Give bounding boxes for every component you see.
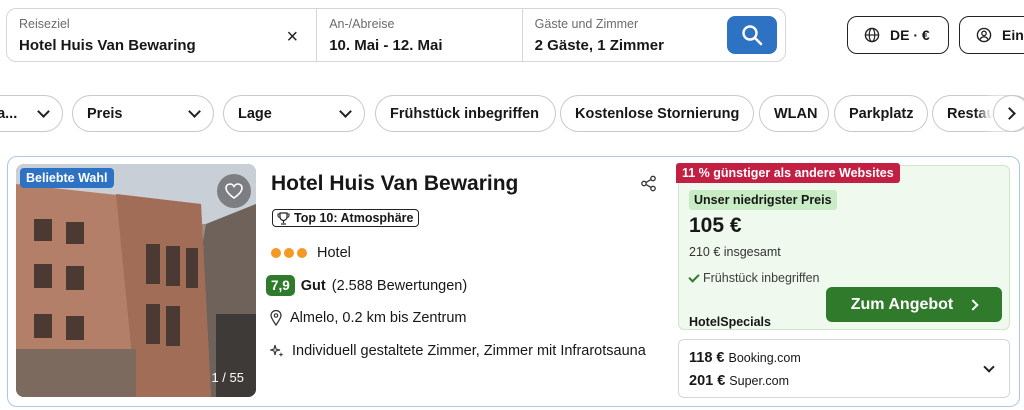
filter-label: Parkplatz bbox=[849, 105, 914, 122]
filter-label: Preis bbox=[87, 105, 123, 122]
other-prices[interactable]: 118 € Booking.com 201 € Super.com bbox=[678, 339, 1010, 398]
other-price-value: 118 € bbox=[689, 350, 725, 366]
top10-badge: Top 10: Atmosphäre bbox=[272, 209, 420, 227]
popular-choice-badge: Beliebte Wahl bbox=[20, 168, 114, 188]
other-price-site: Super.com bbox=[729, 374, 790, 388]
best-deal-box[interactable]: Unser niedrigster Preis 105 € 210 € insg… bbox=[678, 165, 1010, 330]
dates-field[interactable]: An-/Abreise 10. Mai - 12. Mai bbox=[316, 9, 521, 61]
filter-label: Kostenlose Stornierung bbox=[575, 105, 740, 122]
review-count: (2.588 Bewertungen) bbox=[331, 277, 468, 294]
filter-label: Restau bbox=[947, 105, 996, 122]
filters-next-button[interactable] bbox=[993, 95, 1024, 132]
rating-score: 7,9 bbox=[266, 275, 295, 296]
deal-provider: HotelSpecials bbox=[689, 315, 771, 329]
check-icon bbox=[688, 270, 700, 283]
favorite-button[interactable] bbox=[217, 174, 251, 208]
photo-counter: 1 / 55 bbox=[211, 370, 244, 385]
chevron-right-icon bbox=[1003, 107, 1016, 120]
dates-value[interactable]: 10. Mai - 12. Mai bbox=[329, 37, 509, 54]
lowest-price-badge: Unser niedrigster Preis bbox=[689, 190, 837, 210]
search-bar: Reiseziel Hotel Huis Van Bewaring × An-/… bbox=[6, 8, 786, 62]
search-icon bbox=[742, 25, 763, 46]
globe-icon bbox=[864, 27, 880, 43]
locale-label: DE · € bbox=[890, 27, 930, 43]
other-price-row[interactable]: 201 € Super.com bbox=[689, 373, 1009, 389]
filter-parking[interactable]: Parkplatz bbox=[834, 95, 928, 132]
rating-row[interactable]: 7,9 Gut (2.588 Bewertungen) bbox=[266, 275, 467, 296]
other-price-value: 201 € bbox=[689, 373, 726, 389]
filter-location[interactable]: Lage bbox=[223, 95, 365, 132]
top10-label: Top 10: Atmosphäre bbox=[294, 211, 414, 225]
chevron-right-icon bbox=[967, 298, 979, 311]
filter-label: WLAN bbox=[774, 105, 818, 122]
breakfast-included: Frühstück inbegriffen bbox=[688, 270, 820, 285]
share-icon[interactable] bbox=[640, 175, 657, 192]
star-dot-icon bbox=[297, 248, 307, 258]
hotel-card[interactable]: Beliebte Wahl 1 / 55 Hotel Huis Van Bewa… bbox=[7, 156, 1020, 407]
other-price-row[interactable]: 118 € Booking.com bbox=[689, 350, 1009, 366]
filter-label: ...a... bbox=[0, 105, 18, 122]
clear-icon[interactable]: × bbox=[287, 26, 299, 49]
dates-label: An-/Abreise bbox=[329, 17, 395, 31]
other-price-site: Booking.com bbox=[728, 351, 801, 365]
hotel-photo[interactable]: Beliebte Wahl 1 / 55 bbox=[16, 164, 256, 397]
features-row: Individuell gestaltete Zimmer, Zimmer mi… bbox=[270, 343, 646, 359]
view-deal-button[interactable]: Zum Angebot bbox=[826, 287, 1002, 322]
view-deal-label: Zum Angebot bbox=[850, 295, 954, 313]
location-row[interactable]: Almelo, 0.2 km bis Zentrum bbox=[270, 310, 466, 326]
star-dot-icon bbox=[271, 248, 281, 258]
sparkle-icon bbox=[270, 344, 284, 357]
filter-label: Lage bbox=[238, 105, 272, 122]
breakfast-label: Frühstück inbegriffen bbox=[703, 271, 820, 285]
guests-field[interactable]: Gäste und Zimmer 2 Gäste, 1 Zimmer bbox=[521, 9, 785, 61]
destination-field[interactable]: Reiseziel Hotel Huis Van Bewaring × bbox=[7, 9, 316, 61]
destination-label: Reiseziel bbox=[19, 17, 70, 31]
chevron-down-icon bbox=[37, 104, 50, 118]
heart-icon bbox=[225, 183, 243, 199]
login-label: Ein bbox=[1002, 27, 1024, 43]
locale-currency-button[interactable]: DE · € bbox=[847, 16, 949, 54]
login-button[interactable]: Ein bbox=[959, 16, 1024, 54]
hotel-stars: Hotel bbox=[271, 245, 351, 261]
destination-value[interactable]: Hotel Huis Van Bewaring bbox=[19, 37, 304, 54]
chevron-down-icon bbox=[339, 104, 352, 118]
location-pin-icon bbox=[270, 310, 282, 326]
location-text: Almelo, 0.2 km bis Zentrum bbox=[290, 310, 467, 326]
hotel-name[interactable]: Hotel Huis Van Bewaring bbox=[271, 172, 518, 196]
features-text: Individuell gestaltete Zimmer, Zimmer mi… bbox=[292, 343, 646, 359]
filter-breakfast[interactable]: Frühstück inbegriffen bbox=[375, 95, 556, 132]
star-dot-icon bbox=[284, 248, 294, 258]
search-button[interactable] bbox=[727, 16, 777, 54]
hotel-type: Hotel bbox=[317, 245, 351, 261]
deal-price: 105 € bbox=[689, 214, 742, 237]
deal-total: 210 € insgesamt bbox=[689, 245, 781, 259]
cheaper-badge: 11 % günstiger als andere Websites bbox=[676, 163, 900, 183]
chevron-down-icon bbox=[188, 104, 201, 118]
filter-wifi[interactable]: WLAN bbox=[759, 95, 829, 132]
filter-label: Frühstück inbegriffen bbox=[390, 105, 540, 122]
filter-truncated[interactable]: ...a... bbox=[0, 95, 63, 132]
filter-free-cancellation[interactable]: Kostenlose Stornierung bbox=[560, 95, 754, 132]
trophy-icon bbox=[277, 211, 290, 225]
user-icon bbox=[976, 27, 992, 43]
filter-price[interactable]: Preis bbox=[72, 95, 214, 132]
rating-word: Gut bbox=[300, 277, 326, 294]
